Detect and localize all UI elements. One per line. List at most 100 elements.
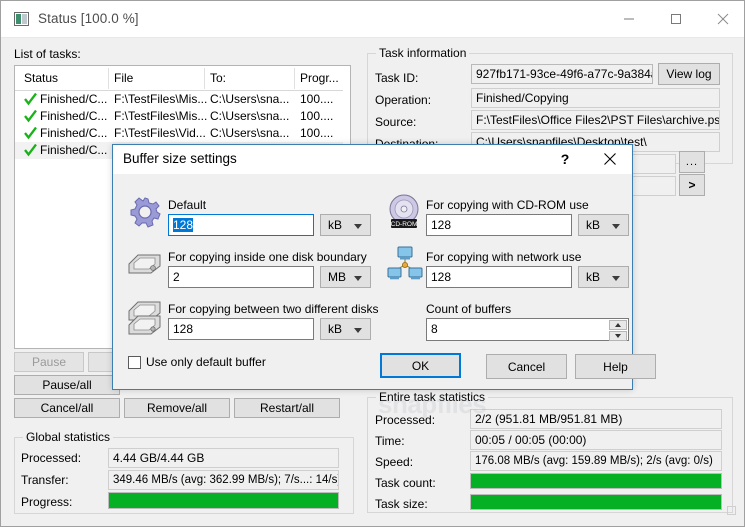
cell-file: F:\TestFiles\Mis... — [114, 109, 208, 123]
window-title: Status [100.0 %] — [38, 11, 139, 26]
column-header-file[interactable]: File — [114, 71, 133, 85]
chevron-down-icon — [612, 276, 620, 281]
entire-time-value: 00:05 / 00:05 (00:00) — [470, 430, 722, 450]
minimize-button[interactable] — [606, 1, 652, 37]
cdrom-icon: CD-ROM — [389, 194, 419, 228]
svg-text:CD-ROM: CD-ROM — [391, 221, 418, 228]
two-disks-unit-value: kB — [328, 322, 343, 336]
question-mark-icon: ? — [560, 151, 570, 167]
column-header-progress[interactable]: Progr... — [300, 71, 339, 85]
column-header-status[interactable]: Status — [24, 71, 58, 85]
cell-to: C:\Users\sna... — [210, 92, 290, 106]
entire-speed-value: 176.08 MB/s (avg: 159.89 MB/s); 2/s (avg… — [470, 451, 722, 471]
entire-processed-value: 2/2 (951.81 MB/951.81 MB) — [470, 409, 722, 429]
cell-progress: 100.... — [300, 109, 334, 123]
close-button[interactable] — [700, 1, 745, 37]
global-progress-label: Progress: — [21, 495, 73, 509]
network-input[interactable]: 128 — [426, 266, 572, 288]
check-icon — [24, 110, 37, 123]
maximize-button[interactable] — [653, 1, 699, 37]
count-of-buffers-input[interactable]: 8 — [426, 318, 629, 341]
cell-status: Finished/C... — [40, 92, 108, 106]
default-buffer-input[interactable]: 128 — [168, 214, 314, 236]
pause-button[interactable]: Pause — [14, 352, 84, 372]
restart-all-button[interactable]: Restart/all — [234, 398, 340, 418]
default-buffer-label: Default — [168, 198, 207, 212]
task-count-progress-bar — [470, 473, 722, 489]
entire-task-statistics-caption: Entire task statistics — [376, 390, 489, 404]
count-of-buffers-value: 8 — [431, 322, 438, 336]
list-of-tasks-label: List of tasks: — [14, 47, 81, 61]
task-size-label: Task size: — [375, 497, 428, 511]
use-only-default-buffer-checkbox[interactable] — [128, 356, 141, 369]
cdrom-unit-value: kB — [586, 218, 601, 232]
cell-progress: 100.... — [300, 126, 334, 140]
go-button[interactable]: > — [679, 174, 705, 196]
spinner-up-button[interactable] — [609, 320, 627, 330]
chevron-down-icon — [612, 224, 620, 229]
dialog-help-button[interactable]: ? — [543, 145, 587, 173]
count-of-buffers-spinner[interactable] — [609, 320, 627, 341]
cdrom-unit-select[interactable]: kB — [578, 214, 629, 236]
task-count-label: Task count: — [375, 476, 436, 490]
chevron-down-icon — [354, 224, 362, 229]
column-divider[interactable] — [204, 68, 205, 89]
status-window: Status [100.0 %] List of tasks: Status F… — [0, 0, 745, 527]
cdrom-label: For copying with CD-ROM use — [426, 198, 589, 212]
buffer-size-settings-dialog: Buffer size settings ? snapfiles Default… — [112, 144, 656, 419]
column-header-to[interactable]: To: — [210, 71, 226, 85]
cell-progress: 100.... — [300, 92, 334, 106]
cell-to: C:\Users\sna... — [210, 109, 290, 123]
global-processed-value: 4.44 GB/4.44 GB — [108, 448, 339, 468]
view-log-button[interactable]: View log — [658, 63, 720, 85]
check-icon — [24, 127, 37, 140]
use-only-default-buffer-label: Use only default buffer — [146, 355, 266, 369]
global-transfer-label: Transfer: — [21, 473, 69, 487]
task-list-header: Status File To: Progr... — [15, 66, 350, 91]
table-row[interactable]: Finished/C... F:\TestFiles\Mis... C:\Use… — [15, 91, 350, 108]
cancel-button[interactable]: Cancel — [486, 354, 567, 379]
source-value: F:\TestFiles\Office Files2\PST Files\arc… — [471, 110, 720, 130]
default-buffer-value: 128 — [173, 218, 194, 232]
two-disks-icon — [128, 301, 161, 335]
entire-processed-label: Processed: — [375, 413, 436, 427]
disk-icon — [128, 254, 161, 274]
dialog-close-button[interactable] — [588, 145, 632, 173]
one-disk-label: For copying inside one disk boundary — [168, 250, 367, 264]
default-buffer-unit-select[interactable]: kB — [320, 214, 371, 236]
cdrom-input[interactable]: 128 — [426, 214, 572, 236]
one-disk-unit-value: MB — [328, 270, 346, 284]
source-label: Source: — [375, 115, 417, 129]
table-row[interactable]: Finished/C... F:\TestFiles\Mis... C:\Use… — [15, 108, 350, 125]
pause-all-button[interactable]: Pause/all — [14, 375, 120, 395]
cancel-all-button[interactable]: Cancel/all — [14, 398, 120, 418]
two-disks-unit-select[interactable]: kB — [320, 318, 371, 340]
two-disks-input[interactable]: 128 — [168, 318, 314, 340]
browse-button[interactable]: ... — [679, 151, 705, 173]
network-unit-value: kB — [586, 270, 601, 284]
dialog-title: Buffer size settings — [123, 151, 237, 166]
ok-button[interactable]: OK — [380, 353, 461, 378]
resize-grip[interactable] — [727, 506, 736, 515]
task-id-value: 927fb171-93ce-49f6-a77c-9a384a0 — [471, 64, 653, 84]
column-divider[interactable] — [294, 68, 295, 89]
task-size-progress-bar — [470, 494, 722, 510]
cell-file: F:\TestFiles\Vid... — [114, 126, 206, 140]
spinner-down-button[interactable] — [609, 331, 627, 341]
dialog-titlebar: Buffer size settings ? — [113, 145, 632, 174]
column-divider[interactable] — [108, 68, 109, 89]
network-unit-select[interactable]: kB — [578, 266, 629, 288]
network-label: For copying with network use — [426, 250, 582, 264]
task-information-caption: Task information — [376, 46, 470, 60]
cell-to: C:\Users\sna... — [210, 126, 290, 140]
help-button[interactable]: Help — [575, 354, 656, 379]
global-statistics-caption: Global statistics — [23, 430, 114, 444]
check-icon — [24, 144, 37, 157]
one-disk-input[interactable]: 2 — [168, 266, 314, 288]
remove-all-button[interactable]: Remove/all — [124, 398, 230, 418]
one-disk-unit-select[interactable]: MB — [320, 266, 371, 288]
operation-label: Operation: — [375, 93, 432, 107]
two-disks-label: For copying between two different disks — [168, 302, 379, 316]
global-progress-bar — [108, 492, 339, 509]
table-row[interactable]: Finished/C... F:\TestFiles\Vid... C:\Use… — [15, 125, 350, 142]
